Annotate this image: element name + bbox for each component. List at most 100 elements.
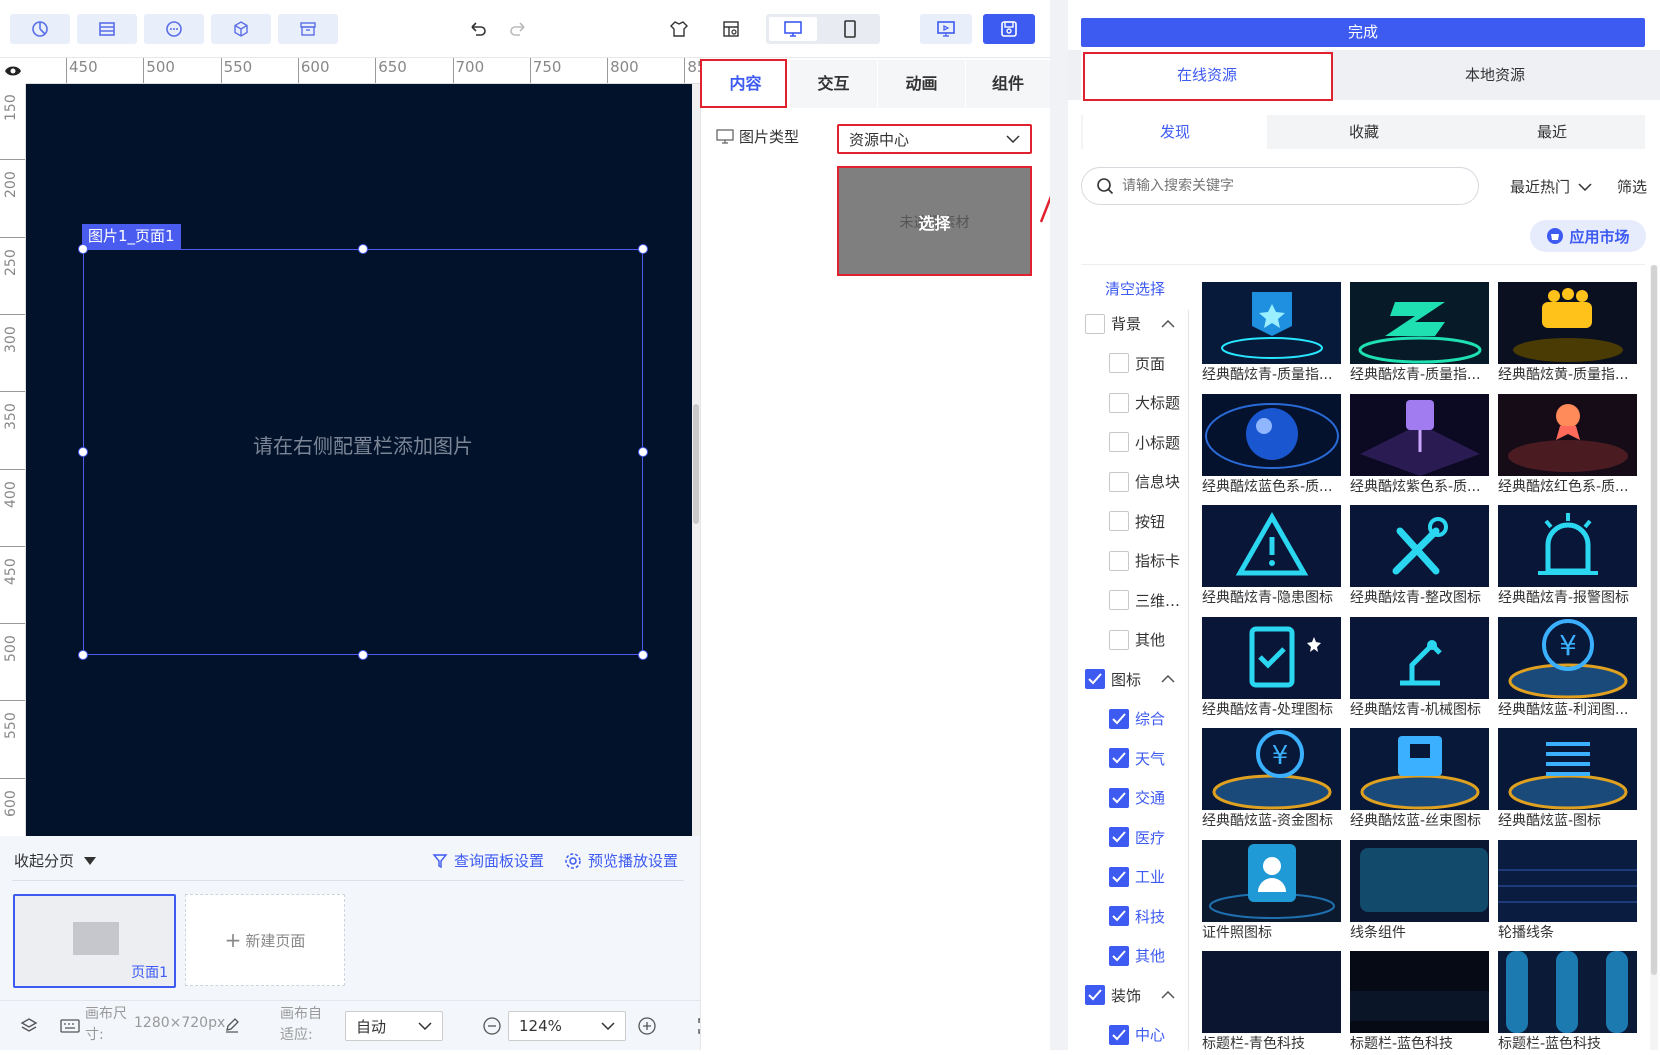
checkbox[interactable] — [1109, 748, 1129, 768]
checkbox[interactable] — [1109, 432, 1129, 452]
query-panel-settings-link[interactable]: 查询面板设置 — [432, 850, 544, 871]
resource-card[interactable]: 经典酷炫青-隐患图标 — [1202, 505, 1341, 609]
image-type-select[interactable]: 资源中心 — [837, 124, 1032, 154]
resource-card[interactable]: 证件照图标 — [1202, 839, 1341, 944]
resource-card[interactable]: 经典酷炫青-整改图标 — [1350, 505, 1489, 609]
tab-interaction[interactable]: 交互 — [790, 60, 877, 108]
chart-tool-button[interactable] — [10, 14, 70, 44]
subtab-favorites[interactable]: 收藏 — [1270, 115, 1458, 149]
subcategory-item[interactable]: 页面 — [1109, 353, 1165, 374]
subcategory-item[interactable]: 综合 — [1109, 708, 1165, 729]
more-tool-button[interactable] — [144, 14, 204, 44]
checkbox[interactable] — [1109, 629, 1129, 650]
checkbox[interactable] — [1109, 590, 1129, 610]
category-2[interactable]: 装饰 — [1085, 985, 1175, 1006]
subcategory-item[interactable]: 中心 — [1109, 1024, 1165, 1045]
checkbox[interactable] — [1085, 313, 1105, 334]
tab-animation[interactable]: 动画 — [878, 60, 965, 108]
archive-tool-button[interactable] — [278, 14, 338, 44]
save-button[interactable] — [983, 14, 1035, 44]
resource-card[interactable]: 经典酷炫青-机械图标 — [1350, 616, 1489, 721]
layout-settings-icon[interactable] — [720, 18, 742, 40]
subcategory-item[interactable]: 信息块 — [1109, 471, 1180, 492]
resource-card[interactable]: 标题栏-青色科技 — [1202, 951, 1341, 1055]
checkbox[interactable] — [1109, 511, 1129, 531]
search-input[interactable] — [1122, 178, 1452, 194]
keyboard-icon[interactable] — [60, 1019, 80, 1033]
resize-handle-tr[interactable] — [638, 244, 648, 254]
subcategory-item[interactable]: 指标卡 — [1109, 550, 1180, 571]
tab-local-resource[interactable]: 本地资源 — [1340, 50, 1650, 100]
clear-selection-link[interactable]: 清空选择 — [1105, 278, 1165, 299]
subcategory-item[interactable]: 三维… — [1109, 590, 1180, 611]
zoom-out-icon[interactable] — [482, 1016, 502, 1036]
resource-card[interactable]: 经典酷炫红色系-质... — [1498, 393, 1637, 498]
resize-handle-bl[interactable] — [78, 650, 88, 660]
app-market-button[interactable]: 应用市场 — [1530, 220, 1646, 252]
resize-handle-t[interactable] — [358, 244, 368, 254]
mobile-view-button[interactable] — [826, 17, 874, 41]
subcategory-item[interactable]: 交通 — [1109, 787, 1165, 808]
resource-card[interactable]: 经典酷炫紫色系-质... — [1350, 393, 1489, 498]
theme-icon[interactable] — [668, 18, 690, 40]
select-material-button[interactable]: 选择 — [839, 210, 1030, 234]
resource-card[interactable]: 经典酷炫青-报警图标 — [1498, 505, 1637, 609]
table-tool-button[interactable] — [77, 14, 137, 44]
new-page-button[interactable]: + 新建页面 — [185, 894, 345, 986]
resource-card[interactable]: 经典酷炫青-质量指... — [1202, 282, 1341, 386]
resize-handle-br[interactable] — [638, 650, 648, 660]
checkbox[interactable] — [1109, 353, 1129, 373]
checkbox[interactable] — [1109, 945, 1129, 966]
checkbox[interactable] — [1109, 392, 1129, 413]
resource-card[interactable]: 经典酷炫青-处理图标 — [1202, 616, 1341, 721]
subcategory-item[interactable]: 小标题 — [1109, 432, 1180, 453]
resource-card[interactable]: 经典酷炫青-质量指... — [1350, 282, 1489, 386]
layers-icon[interactable] — [20, 1017, 38, 1035]
preview-button[interactable] — [920, 14, 972, 44]
canvas-scrollbar-v[interactable] — [692, 84, 700, 836]
subcategory-item[interactable]: 天气 — [1109, 748, 1165, 769]
canvas-adapt-select[interactable]: 自动 — [345, 1011, 443, 1041]
subcategory-item[interactable]: 其他 — [1109, 945, 1165, 966]
resource-card[interactable]: 轮播线条 — [1498, 839, 1637, 944]
page-thumbnail-1[interactable]: 页面1 — [13, 894, 176, 988]
preview-play-settings-link[interactable]: 预览播放设置 — [564, 850, 678, 871]
subcategory-item[interactable]: 科技 — [1109, 906, 1165, 927]
checkbox[interactable] — [1109, 471, 1129, 492]
subtab-discover[interactable]: 发现 — [1083, 115, 1267, 149]
zoom-in-icon[interactable] — [637, 1016, 657, 1036]
resource-card[interactable]: ¥ 经典酷炫蓝-资金图标 — [1202, 728, 1341, 832]
filter-button[interactable]: 筛选 — [1617, 176, 1647, 197]
checkbox[interactable] — [1109, 708, 1129, 729]
subtab-recent[interactable]: 最近 — [1458, 115, 1646, 149]
resource-card[interactable]: 线条组件 — [1350, 839, 1489, 944]
resize-handle-b[interactable] — [358, 650, 368, 660]
desktop-view-button[interactable] — [769, 17, 817, 41]
visibility-toggle[interactable] — [0, 58, 26, 84]
redo-icon[interactable] — [507, 18, 529, 40]
checkbox[interactable] — [1109, 1024, 1129, 1045]
zoom-select[interactable]: 124% — [508, 1011, 626, 1041]
subcategory-item[interactable]: 按钮 — [1109, 511, 1165, 532]
checkbox[interactable] — [1109, 827, 1129, 847]
edit-icon[interactable] — [224, 1017, 240, 1033]
resource-scrollbar[interactable] — [1650, 265, 1658, 1050]
subcategory-item[interactable]: 工业 — [1109, 866, 1165, 887]
resource-card[interactable]: 经典酷炫黄-质量指... — [1498, 282, 1637, 386]
category-0[interactable]: 背景 — [1085, 313, 1175, 334]
resource-card[interactable]: 经典酷炫蓝-丝束图标 — [1350, 728, 1489, 832]
checkbox[interactable] — [1109, 906, 1129, 926]
subcategory-item[interactable]: 医疗 — [1109, 827, 1165, 848]
resource-card[interactable]: 标题栏-蓝色科技 — [1350, 951, 1489, 1055]
sort-dropdown[interactable]: 最近热门 — [1510, 176, 1592, 197]
resource-card[interactable]: 标题栏-蓝色科技 — [1498, 951, 1637, 1055]
checkbox[interactable] — [1085, 985, 1105, 1005]
collapse-pages-toggle[interactable]: 收起分页 — [14, 850, 98, 871]
checkbox[interactable] — [1109, 787, 1129, 808]
material-picker[interactable]: 未选择素材 选择 — [837, 166, 1032, 276]
resize-handle-tl[interactable] — [78, 244, 88, 254]
category-1[interactable]: 图标 — [1085, 669, 1175, 690]
3d-tool-button[interactable] — [211, 14, 271, 44]
done-button[interactable]: 完成 — [1081, 18, 1645, 47]
subcategory-item[interactable]: 其他 — [1109, 629, 1165, 650]
